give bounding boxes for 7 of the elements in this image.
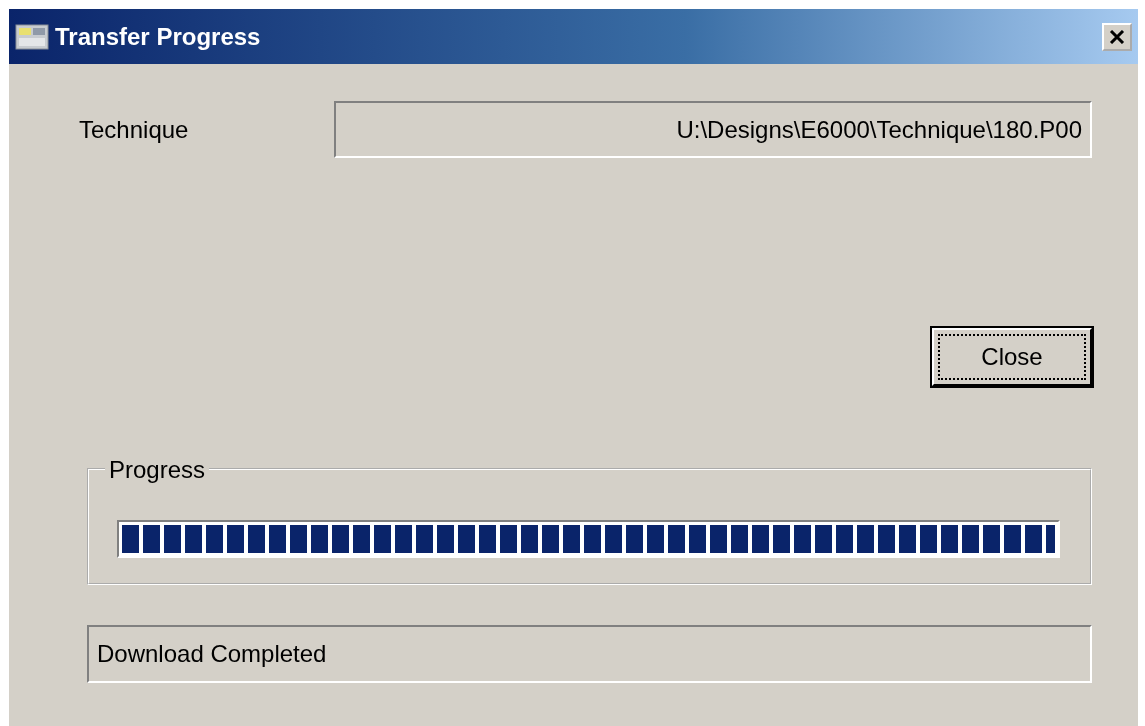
technique-label: Technique (79, 115, 190, 144)
status-field: Download Completed (87, 625, 1092, 683)
window-title: Transfer Progress (55, 22, 262, 51)
technique-field: U:\Designs\E6000\Technique\180.P00 (334, 101, 1092, 158)
window-icon (15, 23, 49, 50)
close-icon[interactable] (1102, 22, 1132, 51)
close-button[interactable]: Close (932, 328, 1092, 386)
